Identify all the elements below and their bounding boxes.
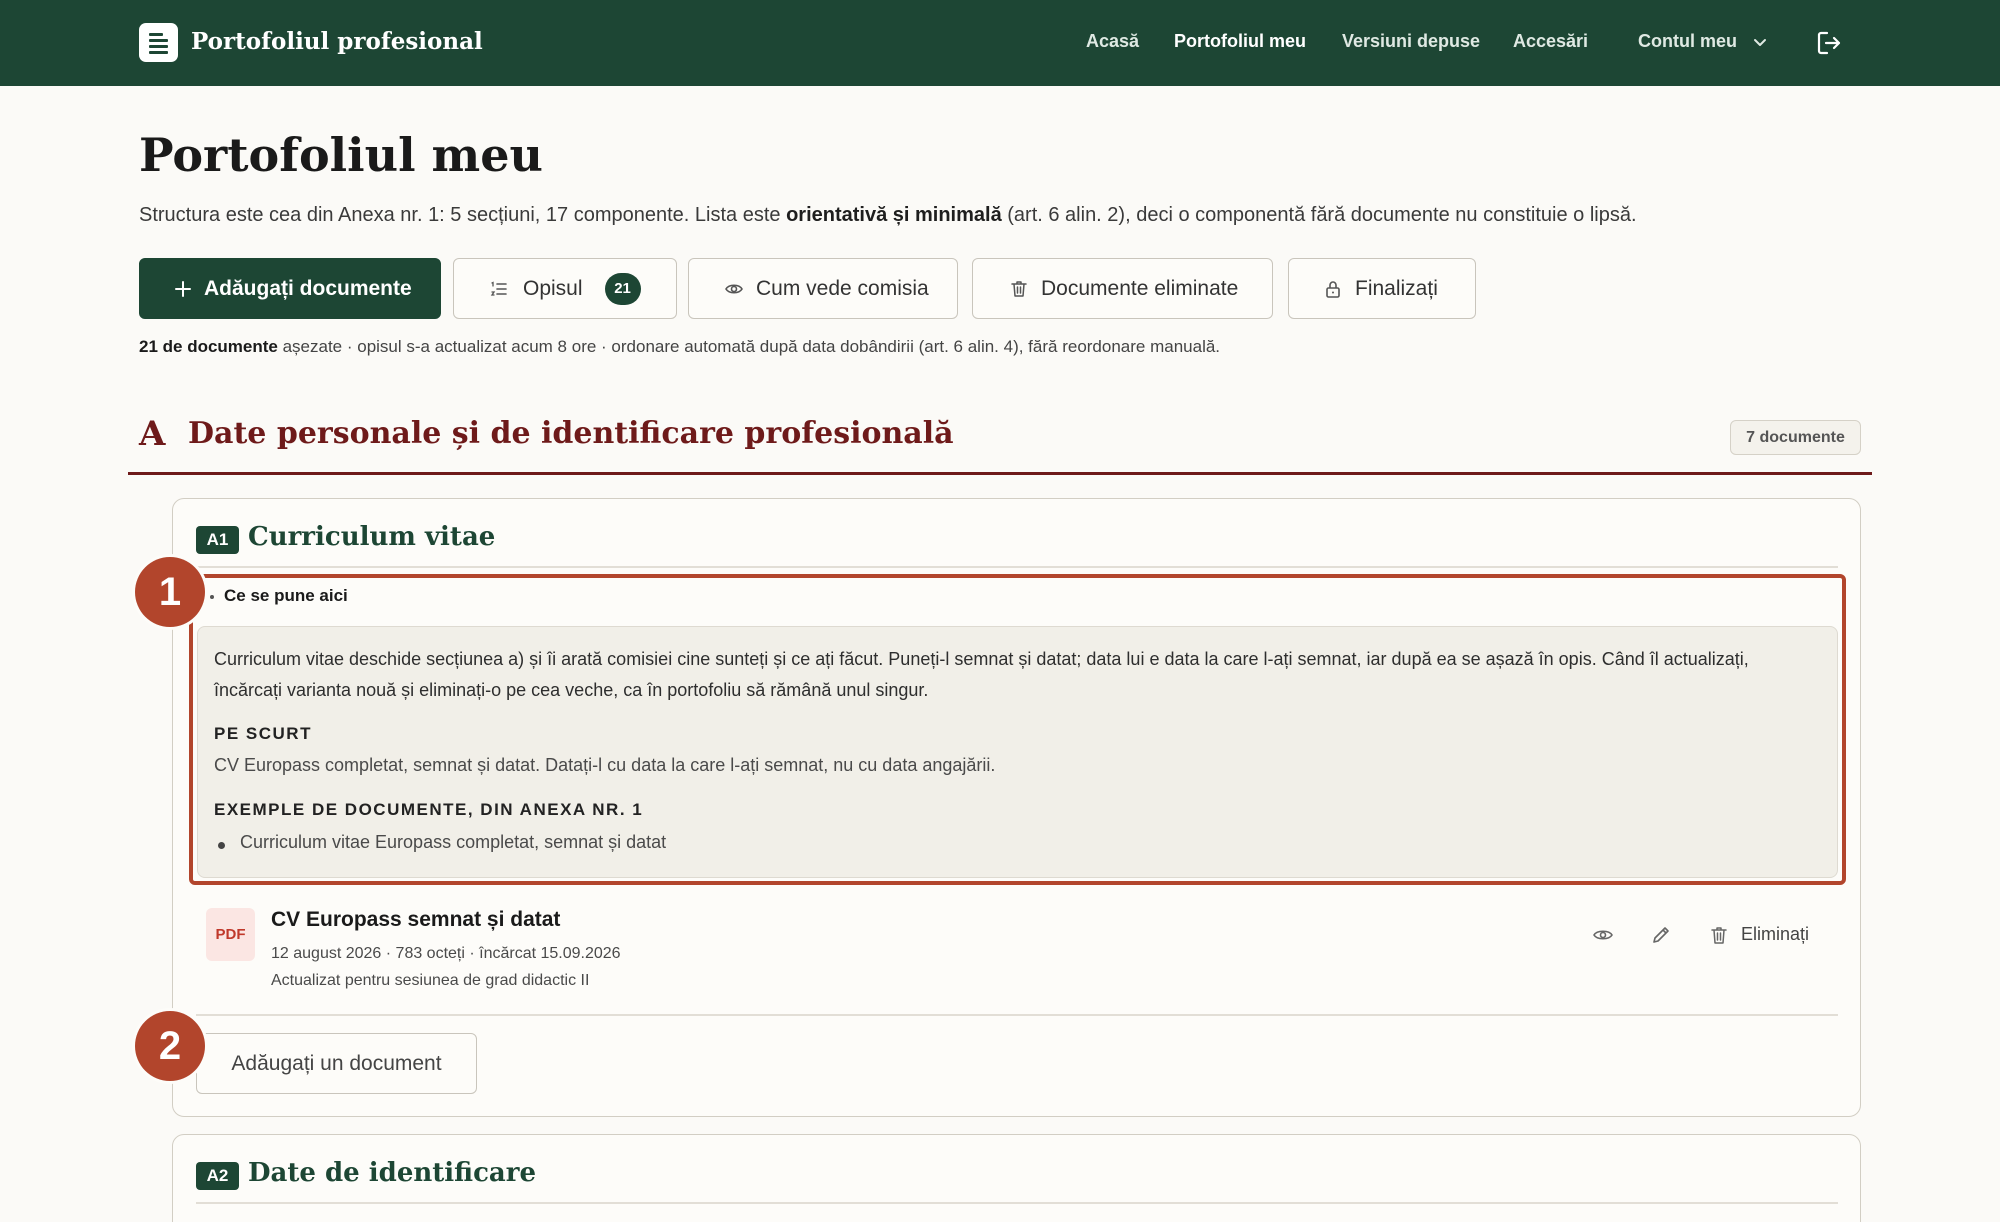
short-heading: PE SCURT bbox=[214, 724, 312, 743]
document-title[interactable]: CV Europass semnat și datat bbox=[271, 908, 560, 932]
plus-icon bbox=[175, 280, 191, 297]
example-item: Curriculum vitae Europass completat, sem… bbox=[240, 832, 667, 852]
commission-view-button[interactable]: Cum vede comisia bbox=[688, 258, 958, 319]
section-divider bbox=[128, 472, 1872, 475]
list-bullet bbox=[218, 842, 225, 849]
add-documents-button[interactable]: Adăugați documente bbox=[139, 258, 441, 319]
row-divider bbox=[196, 1014, 1838, 1016]
pencil-icon[interactable] bbox=[1650, 924, 1672, 946]
disclosure-dot bbox=[210, 595, 214, 599]
brand-name[interactable]: Portofoliul profesional bbox=[191, 28, 483, 55]
page-title: Portofoliul meu bbox=[139, 128, 543, 182]
callout-marker-1: 1 bbox=[135, 557, 205, 627]
component-title-a2: Date de identificare bbox=[248, 1158, 536, 1188]
nav-submitted-versions[interactable]: Versiuni depuse bbox=[1342, 31, 1480, 52]
trash-icon bbox=[1011, 280, 1027, 297]
logout-icon[interactable] bbox=[1814, 28, 1844, 58]
short-text: CV Europass completat, semnat și datat. … bbox=[214, 755, 996, 775]
section-document-count: 7 documente bbox=[1730, 420, 1861, 455]
help-text: Curriculum vitae deschide secțiunea a) ș… bbox=[214, 649, 1749, 700]
top-navigation-bar: Portofoliul profesional Acasă Portofoliu… bbox=[0, 0, 2000, 86]
nav-home[interactable]: Acasă bbox=[1086, 31, 1139, 52]
pdf-file-icon: PDF bbox=[206, 908, 255, 961]
component-divider bbox=[196, 566, 1838, 568]
eye-icon[interactable] bbox=[1592, 924, 1614, 946]
chevron-down-icon[interactable] bbox=[1752, 34, 1768, 50]
trash-icon bbox=[1711, 927, 1727, 944]
nav-accesses[interactable]: Accesări bbox=[1513, 31, 1588, 52]
portfolio-status-line: 21 de documente așezate · opisul s-a act… bbox=[139, 337, 1221, 356]
page-subtitle: Structura este cea din Anexa nr. 1: 5 se… bbox=[139, 204, 1637, 226]
finalize-button[interactable]: Finalizați bbox=[1288, 258, 1476, 319]
eye-icon bbox=[725, 283, 743, 294]
callout-marker-2: 2 bbox=[135, 1011, 205, 1081]
component-title: Curriculum vitae bbox=[248, 522, 496, 552]
nav-account[interactable]: Contul meu bbox=[1638, 31, 1737, 52]
component-code-badge-a2: A2 bbox=[196, 1162, 239, 1190]
add-document-button[interactable]: Adăugați un document bbox=[196, 1033, 477, 1094]
section-title: Date personale și de identificare profes… bbox=[188, 416, 954, 451]
removed-documents-button[interactable]: Documente eliminate bbox=[972, 258, 1273, 319]
section-letter: A bbox=[139, 414, 166, 454]
opis-count-badge: 21 bbox=[604, 272, 641, 305]
document-logo-icon[interactable] bbox=[139, 23, 178, 62]
lock-icon bbox=[1326, 280, 1340, 298]
document-note: Actualizat pentru sesiunea de grad didac… bbox=[271, 972, 590, 989]
opis-button[interactable]: Opisul 21 bbox=[453, 258, 677, 319]
help-toggle[interactable]: Ce se pune aici bbox=[224, 586, 348, 606]
document-meta: 12 august 2026 · 783 octeți · încărcat 1… bbox=[271, 945, 621, 962]
delete-label: Eliminați bbox=[1741, 924, 1810, 944]
nav-my-portfolio[interactable]: Portofoliul meu bbox=[1174, 31, 1306, 52]
examples-heading: EXEMPLE DE DOCUMENTE, DIN ANEXA NR. 1 bbox=[214, 800, 644, 819]
list-icon bbox=[490, 280, 507, 296]
component-code-badge: A1 bbox=[196, 526, 239, 554]
component-divider-a2 bbox=[196, 1202, 1838, 1204]
